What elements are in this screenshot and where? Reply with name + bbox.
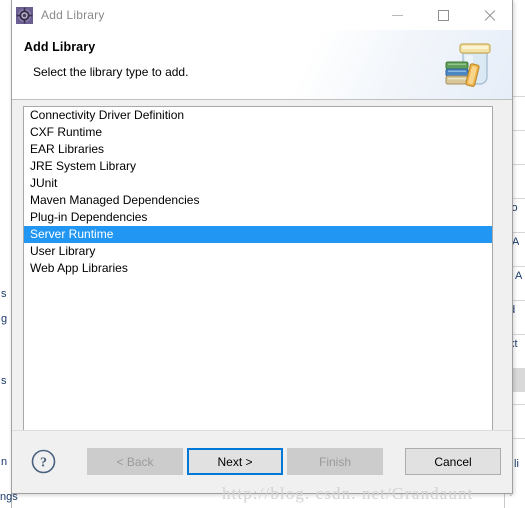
button-spacer [387,448,401,475]
cancel-button[interactable]: Cancel [405,448,501,475]
background-right-fragment: li [514,458,519,470]
header-subtitle: Select the library type to add. [33,65,189,79]
dialog-titlebar[interactable]: Add Library [12,0,512,30]
jar-with-books-icon [441,34,503,96]
dialog-header: Add Library Select the library type to a… [12,30,512,100]
dialog-title: Add Library [41,8,105,22]
background-right-fragment: A [512,236,520,248]
list-item[interactable]: JRE System Library [24,158,492,175]
background-left-fragment: s [1,288,7,300]
minimize-icon[interactable] [374,0,420,30]
header-title: Add Library [24,40,96,54]
list-item[interactable]: JUnit [24,175,492,192]
list-item[interactable]: Web App Libraries [24,260,492,277]
dialog-buttons: < Back Next > Finish Cancel [87,448,501,475]
list-item[interactable]: Maven Managed Dependencies [24,192,492,209]
eclipse-gear-icon [16,6,33,24]
dialog-footer: ? < Back Next > Finish Cancel [12,430,512,493]
close-icon[interactable] [466,0,512,30]
library-type-listbox[interactable]: Connectivity Driver Definition CXF Runti… [23,106,493,461]
list-item[interactable]: Plug-in Dependencies [24,209,492,226]
svg-text:?: ? [40,456,47,471]
add-library-dialog: Add Library Add Library Select the libra… [11,0,513,494]
background-left-fragment: s [1,375,7,387]
background-left-fragment: n [1,456,8,468]
next-button[interactable]: Next > [187,448,283,475]
list-item-selected[interactable]: Server Runtime [24,226,492,243]
background-left-fragment: g [1,313,8,325]
back-button[interactable]: < Back [87,448,183,475]
background-right-fragment: A [515,270,523,282]
list-item[interactable]: Connectivity Driver Definition [24,107,492,124]
list-item[interactable]: User Library [24,243,492,260]
library-type-list[interactable]: Connectivity Driver Definition CXF Runti… [12,106,494,463]
list-item[interactable]: CXF Runtime [24,124,492,141]
maximize-icon[interactable] [420,0,466,30]
question-mark-circle-icon[interactable]: ? [31,449,56,474]
finish-button[interactable]: Finish [287,448,383,475]
window-controls [374,0,512,30]
list-item[interactable]: EAR Libraries [24,141,492,158]
